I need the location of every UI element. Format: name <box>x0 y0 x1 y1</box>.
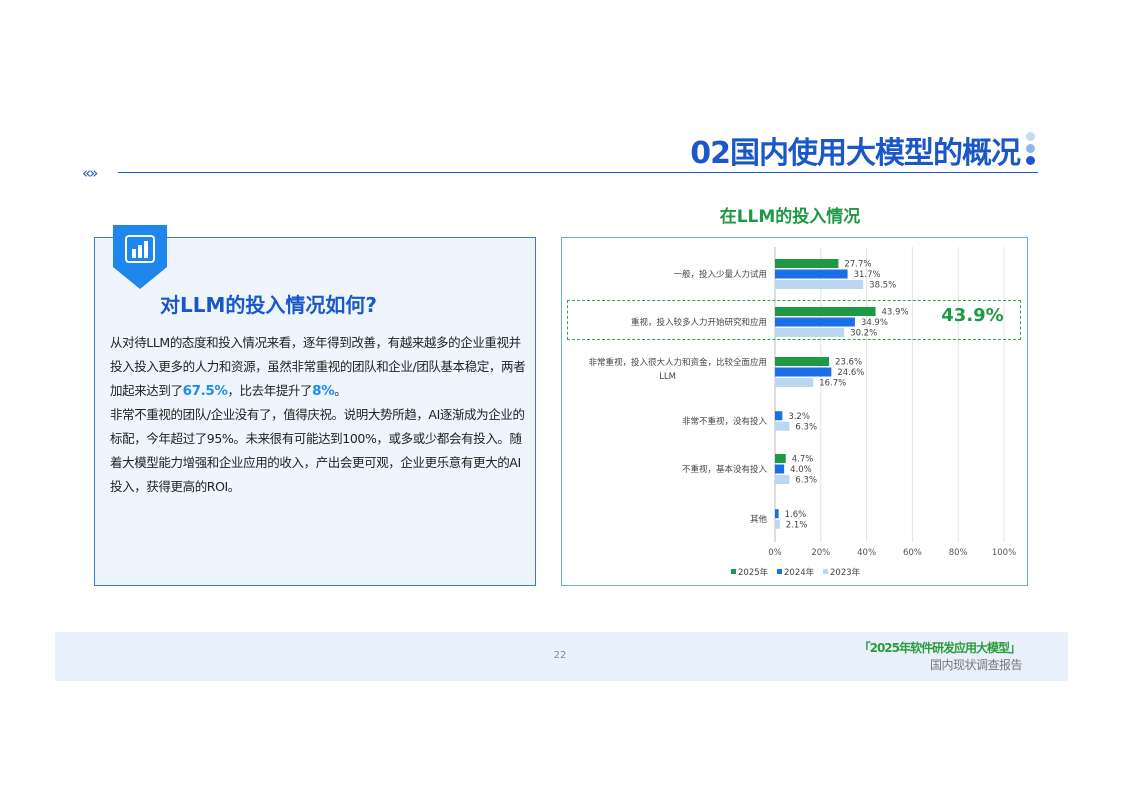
double-chevron-icon: «» <box>82 164 98 182</box>
data-label: 27.7% <box>844 260 871 270</box>
x-tick-label: 20% <box>811 548 830 558</box>
legend-swatch <box>777 569 782 574</box>
bar-2025年 <box>775 357 830 366</box>
data-label: 16.7% <box>819 379 846 389</box>
bar-2024年 <box>775 367 832 377</box>
bar-2023年 <box>775 378 814 387</box>
highlight-total: 67.5% <box>182 383 228 399</box>
paragraph-1-text-c: 。 <box>334 383 347 398</box>
panel-body: 从对待LLM的态度和投入情况来看，逐年得到改善，有越来越多的企业重视并投入投入更… <box>110 331 532 499</box>
x-tick-label: 0% <box>768 548 782 558</box>
bar-2025年 <box>775 259 839 268</box>
data-label: 38.5% <box>869 281 896 291</box>
x-tick-label: 80% <box>949 548 968 558</box>
chart-title: 在LLM的投入情况 <box>719 207 861 227</box>
paragraph-2: 非常不重视的团队/企业没有了，值得庆祝。说明大势所趋，AI逐渐成为企业的标配，今… <box>110 407 525 494</box>
data-label: 6.3% <box>795 422 817 432</box>
data-label: 2.1% <box>786 520 808 530</box>
legend-swatch <box>823 569 828 574</box>
data-label: 1.6% <box>785 510 807 520</box>
bar-2025年 <box>775 454 786 463</box>
bar-2023年 <box>775 475 790 484</box>
data-label: 31.7% <box>854 270 881 280</box>
x-tick-label: 100% <box>992 548 1016 558</box>
report-subtitle: 国内现状调查报告 <box>929 658 1023 672</box>
data-label: 4.7% <box>792 455 814 465</box>
panel-question: 对LLM的投入情况如何? <box>160 293 377 317</box>
category-label: 一般，投入少量人力试用 <box>673 269 767 280</box>
paragraph-1: 从对待LLM的态度和投入情况来看，逐年得到改善，有越来越多的企业重视并投入投入更… <box>110 331 532 403</box>
data-label: 4.0% <box>790 465 812 475</box>
title-dots-decoration <box>1026 132 1036 168</box>
x-tick-label: 40% <box>857 548 876 558</box>
bar-2024年 <box>775 411 783 421</box>
data-label: 24.6% <box>837 368 864 378</box>
x-tick-label: 60% <box>903 548 922 558</box>
page-title: 02国内使用大模型的概况 <box>690 136 1021 171</box>
category-label: 不重视，基本没有投入 <box>682 464 768 475</box>
title-divider <box>118 172 1038 173</box>
bar-2024年 <box>775 464 785 474</box>
data-label: 3.2% <box>788 412 810 422</box>
bar-2023年 <box>775 280 864 289</box>
category-label: 其他 <box>750 514 768 525</box>
page-number: 22 <box>553 650 567 661</box>
bar-chart-icon <box>113 225 167 289</box>
legend-label: 2024年 <box>784 567 815 578</box>
bar-2024年 <box>775 269 848 279</box>
category-label-cont: LLM <box>659 372 676 382</box>
category-label: 非常重视，投入很大人力和资金，比较全面应用 <box>588 357 767 368</box>
legend-swatch <box>731 569 736 574</box>
bar-2023年 <box>775 421 790 431</box>
callout-value: 43.9% <box>941 305 1004 326</box>
legend-label: 2025年 <box>738 567 769 578</box>
legend-label: 2023年 <box>830 567 861 578</box>
report-title: 「2025年软件研发应用大模型」 <box>858 641 1021 655</box>
bar-2024年 <box>775 509 779 519</box>
highlight-increase: 8% <box>312 383 335 399</box>
bar-2023年 <box>775 519 780 529</box>
bar-chart: 0% 20% 40% 60% 80% 100%一般，投入少量人力试用重视，投入较多人力开始… <box>588 247 1016 578</box>
data-label: 6.3% <box>795 476 817 486</box>
paragraph-1-text-b: ，比去年提升了 <box>227 383 313 398</box>
category-label: 非常不重视，没有投入 <box>682 416 768 427</box>
data-label: 23.6% <box>835 358 862 368</box>
